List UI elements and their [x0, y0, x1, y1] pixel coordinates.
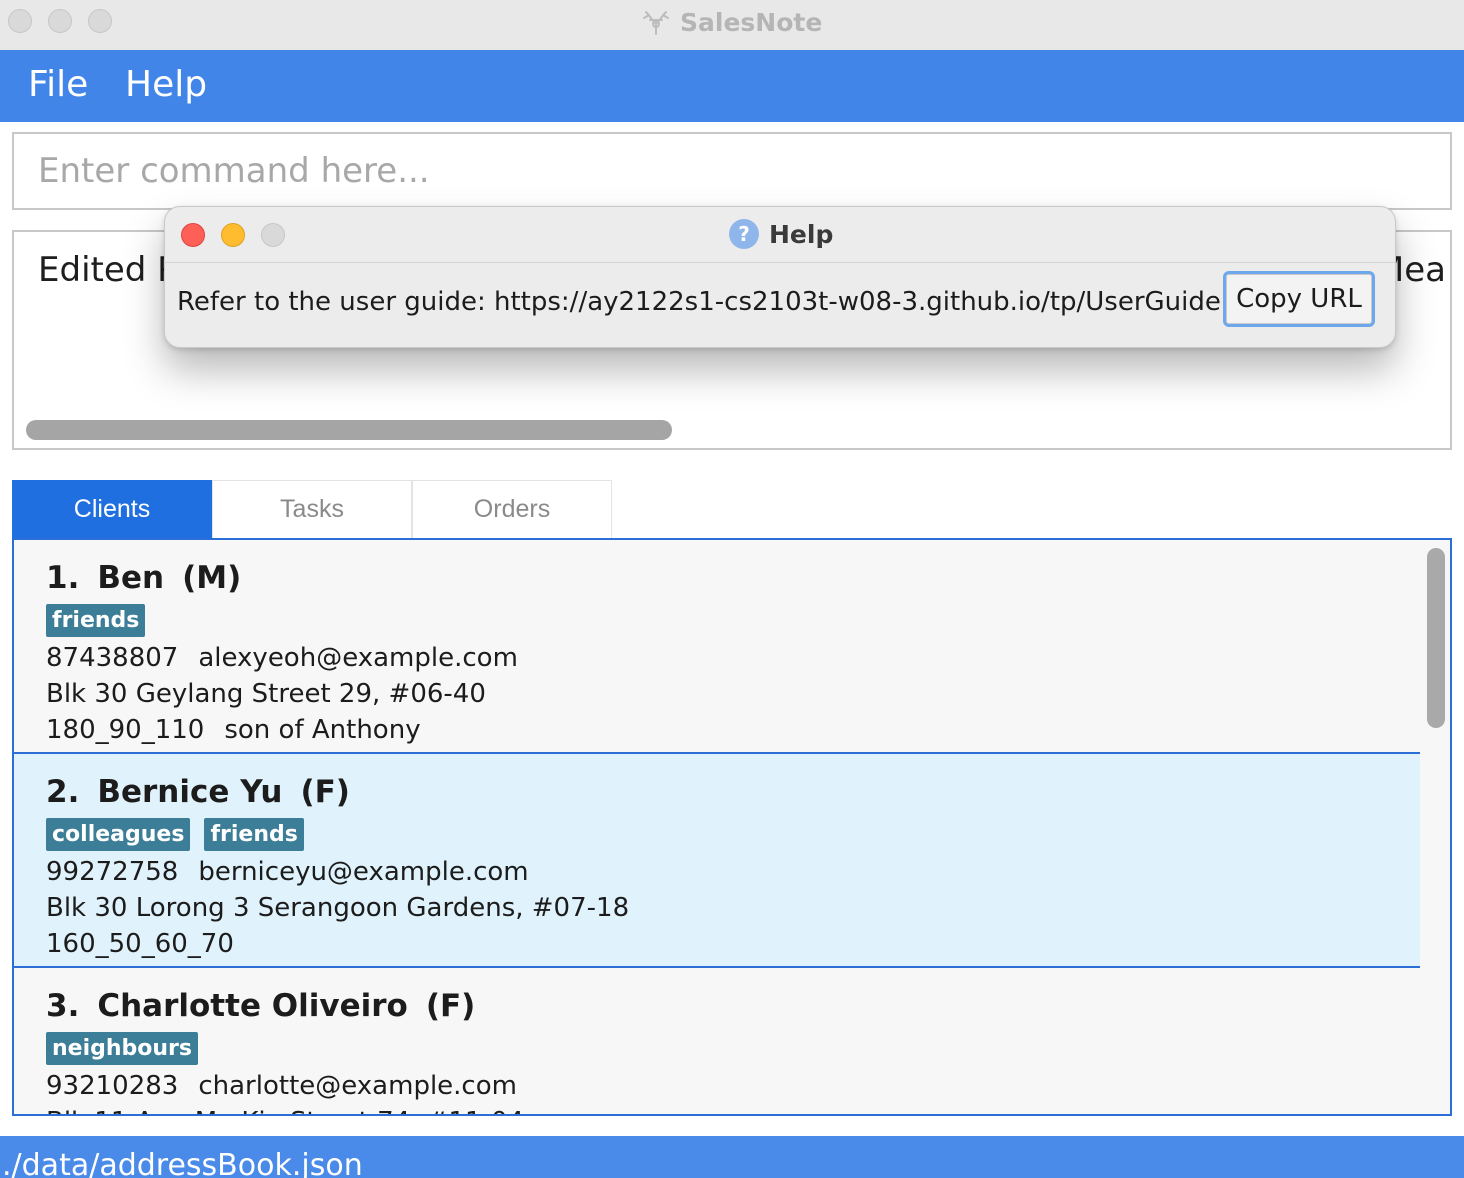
tag-label: neighbours	[46, 1032, 199, 1065]
menu-bar: File Help	[0, 50, 1464, 122]
help-message: Refer to the user guide: https://ay2122s…	[177, 287, 1289, 317]
client-card[interactable]: 1. Ben (M) friends 87438807 alexyeoh@exam…	[14, 540, 1420, 754]
result-text: Edited P	[38, 250, 178, 290]
help-dialog-titlebar: ? Help	[165, 207, 1395, 263]
zoom-window-button[interactable]	[88, 9, 112, 33]
client-email: alexyeoh@example.com	[198, 643, 518, 673]
copy-url-button[interactable]: Copy URL	[1223, 271, 1375, 327]
client-address: Blk 30 Lorong 3 Serangoon Gardens, #07-1…	[46, 893, 630, 923]
list-vertical-scrollbar[interactable]	[1427, 548, 1445, 728]
dialog-close-button[interactable]	[181, 223, 205, 247]
help-dialog: ? Help Refer to the user guide: https://…	[164, 206, 1396, 348]
menu-file[interactable]: File	[28, 64, 88, 105]
client-card[interactable]: 3. Charlotte Oliveiro (F) neighbours 932…	[14, 968, 1420, 1114]
client-gender: (M)	[182, 560, 242, 596]
tab-orders[interactable]: Orders	[412, 480, 612, 538]
client-contact: 87438807 alexyeoh@example.com	[46, 640, 1420, 676]
close-window-button[interactable]	[8, 9, 32, 33]
client-card-selected[interactable]: 2. Bernice Yu (F) colleagues friends 992…	[14, 754, 1420, 968]
client-address: Blk 30 Geylang Street 29, #06-40	[46, 679, 486, 709]
client-tags: neighbours	[46, 1032, 1420, 1066]
client-phone: 99272758	[46, 857, 179, 887]
client-email: berniceyu@example.com	[198, 857, 529, 887]
minimize-window-button[interactable]	[48, 9, 72, 33]
client-address: Blk 11 Ang Mo Kio Street 74, #11-04	[46, 1104, 1420, 1114]
status-bar: ./data/addressBook.json	[0, 1136, 1464, 1178]
client-measurement: 160_50_60_70	[46, 929, 234, 959]
salesnote-logo-icon	[643, 11, 669, 35]
client-email: charlotte@example.com	[198, 1071, 517, 1101]
client-contact: 99272758 berniceyu@example.com	[46, 854, 1420, 890]
client-contact: 93210283 charlotte@example.com	[46, 1068, 1420, 1104]
window-title: SalesNote	[640, 6, 822, 38]
client-list[interactable]: 1. Ben (M) friends 87438807 alexyeoh@exam…	[12, 538, 1452, 1116]
client-phone: 93210283	[46, 1071, 179, 1101]
command-input[interactable]	[14, 134, 1450, 208]
client-measurement: 180_90_110	[46, 715, 205, 745]
client-remark: son of Anthony	[224, 715, 421, 745]
client-gender: (F)	[425, 988, 476, 1024]
tag-label: colleagues	[46, 818, 191, 851]
client-name: Bernice Yu	[97, 774, 283, 810]
tab-tasks[interactable]: Tasks	[212, 480, 412, 538]
client-name: Ben	[97, 560, 165, 596]
dialog-zoom-button[interactable]	[261, 223, 285, 247]
command-box	[12, 132, 1452, 210]
help-dialog-title-text: Help	[769, 219, 834, 249]
question-icon: ?	[729, 219, 759, 249]
client-tags: colleagues friends	[46, 818, 1420, 852]
tag-label: friends	[46, 604, 146, 637]
client-name: Charlotte Oliveiro	[97, 988, 408, 1024]
dialog-minimize-button[interactable]	[221, 223, 245, 247]
window-title-text: SalesNote	[680, 7, 823, 37]
window-titlebar: SalesNote	[0, 0, 1464, 50]
result-horizontal-scrollbar[interactable]	[26, 420, 672, 440]
client-index: 3.	[46, 988, 80, 1024]
client-index: 2.	[46, 774, 80, 810]
client-tags: friends	[46, 604, 1420, 638]
tab-clients[interactable]: Clients	[12, 480, 212, 538]
client-gender: (F)	[300, 774, 350, 810]
client-details: 180_90_110 son of Anthony	[46, 712, 1420, 748]
status-file-path: ./data/addressBook.json	[2, 1148, 363, 1178]
client-phone: 87438807	[46, 643, 179, 673]
help-dialog-title: ? Help	[729, 217, 833, 251]
tag-label: friends	[204, 818, 304, 851]
tab-bar: Clients Tasks Orders	[12, 480, 612, 538]
client-index: 1.	[46, 560, 80, 596]
menu-help[interactable]: Help	[125, 64, 207, 105]
